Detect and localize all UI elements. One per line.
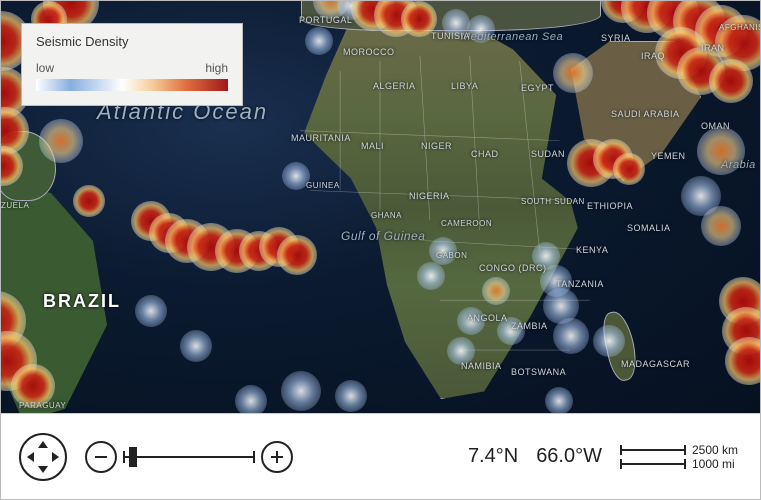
coord-lat: 7.4°N <box>468 445 518 468</box>
zoom-slider[interactable] <box>123 454 255 460</box>
plus-icon <box>269 449 285 465</box>
zoom-in-button[interactable] <box>261 441 293 473</box>
coordinate-readout: 7.4°N 66.0°W <box>468 445 602 468</box>
coord-lon: 66.0°W <box>536 445 602 468</box>
landmass-europe <box>301 1 601 31</box>
map-canvas[interactable]: Sargasso Sea Atlantic Ocean Gulf of Guin… <box>1 1 760 414</box>
legend-panel: Seismic Density low high <box>21 23 243 106</box>
zoom-control <box>85 441 293 473</box>
scale-mi: 1000 mi <box>686 457 742 471</box>
map-controls: 7.4°N 66.0°W 2500 km 1000 mi <box>1 413 760 499</box>
legend-high-label: high <box>205 61 228 75</box>
pan-up-icon[interactable] <box>38 441 48 448</box>
legend-title: Seismic Density <box>36 34 228 49</box>
pan-right-icon[interactable] <box>52 452 59 462</box>
legend-low-label: low <box>36 61 54 75</box>
minus-icon <box>93 449 109 465</box>
scale-km: 2500 km <box>686 443 742 457</box>
zoom-slider-thumb[interactable] <box>129 447 137 467</box>
legend-scale: low high <box>36 61 228 91</box>
zoom-out-button[interactable] <box>85 441 117 473</box>
pan-down-icon[interactable] <box>38 466 48 473</box>
map-widget: Sargasso Sea Atlantic Ocean Gulf of Guin… <box>0 0 761 500</box>
pan-control[interactable] <box>19 433 67 481</box>
legend-gradient <box>36 79 228 91</box>
pan-left-icon[interactable] <box>27 452 34 462</box>
scale-bar: 2500 km 1000 mi <box>620 443 742 471</box>
